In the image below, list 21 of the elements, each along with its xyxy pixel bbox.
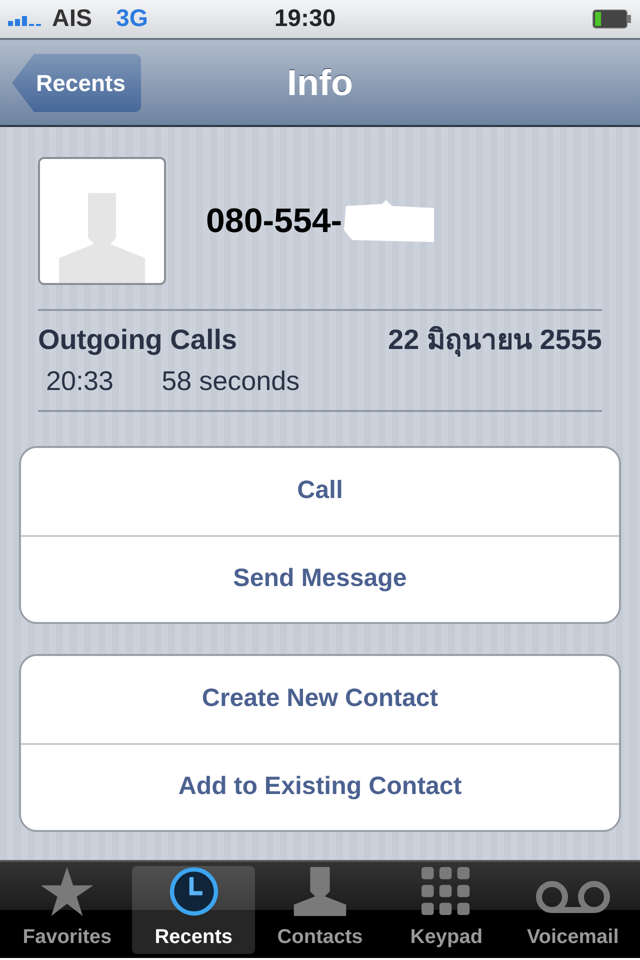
phone-number: 080-554- [206,200,342,242]
tab-bar-item[interactable]: Voicemail [512,866,634,954]
keypad-icon [420,867,472,916]
action-button[interactable]: Add to Existing Contact [21,742,619,830]
tab-bar-item[interactable]: Recents [132,866,255,954]
call-date: 22 มิถุนายน 2555 [388,323,602,359]
network-type: 3G [116,4,148,34]
voicemail-icon [534,880,611,916]
tab-bar-item[interactable]: Keypad [385,866,508,954]
contact-photo[interactable] [38,157,166,285]
call-type-label: Outgoing Calls [38,323,238,357]
call-time: 20:33 [46,365,114,398]
call-duration: 58 seconds [162,365,300,398]
battery-icon [592,9,632,29]
carrier-name: AIS [52,4,92,34]
screen-title: Info [287,60,353,104]
tab-bar-item[interactable]: Contacts [258,866,382,954]
status-time: 19:30 [273,4,337,34]
action-button[interactable]: Send Message [21,534,619,622]
back-button[interactable]: Recents [12,54,142,112]
tab-bar-item[interactable]: Favorites [6,866,128,954]
